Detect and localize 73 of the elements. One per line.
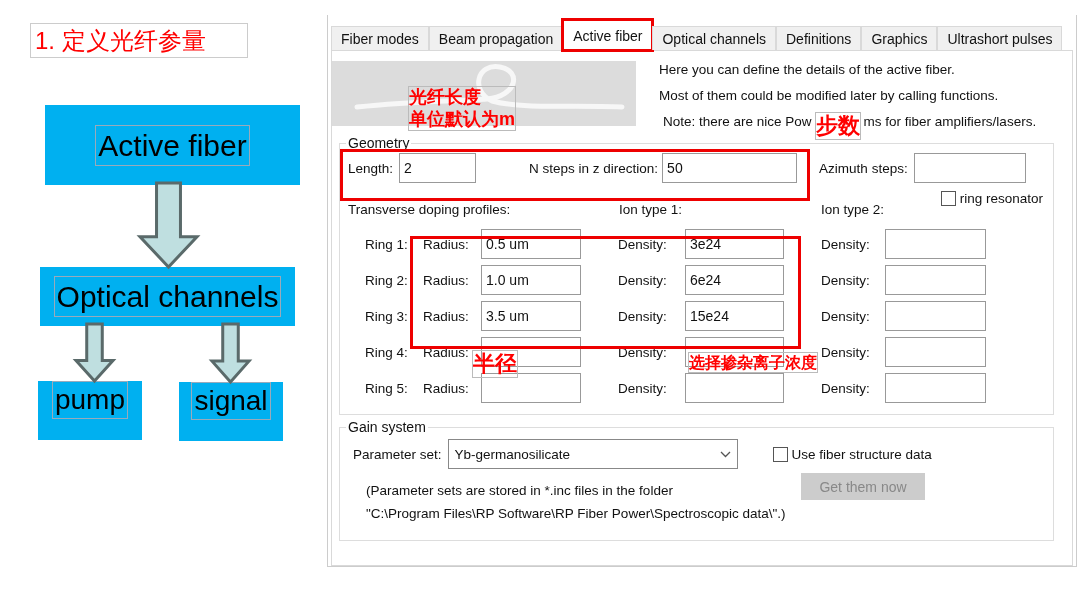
input-field[interactable]: 3e24: [685, 229, 784, 259]
annotation-text: 半径: [472, 350, 518, 379]
input-field[interactable]: [913, 153, 1026, 183]
group-title: Gain system: [347, 419, 427, 435]
input-field[interactable]: 50: [662, 153, 798, 183]
field-label: Radius:: [423, 236, 470, 252]
note-text: Note: there are nice Pow: [663, 113, 812, 131]
arrow: [72, 322, 117, 384]
input-field[interactable]: [885, 373, 986, 403]
field-label: Length:: [348, 160, 394, 176]
tab[interactable]: Fiber modes: [331, 26, 429, 50]
field-label: Density:: [821, 236, 871, 252]
input-field[interactable]: 0.5 um: [481, 229, 581, 259]
info-text: Most of them could be modified later by calling functions.: [659, 87, 1000, 105]
info-text: "C:\Program Files\RP Software\RP Fiber Power\Spectroscopic data\".): [366, 505, 787, 523]
tab[interactable]: Ultrashort pulses: [937, 26, 1063, 50]
ring-label: Ring 5:: [365, 380, 409, 396]
checkbox-label: ring resonator: [959, 191, 1043, 206]
input-field[interactable]: [481, 373, 581, 403]
node-label: pump: [51, 381, 128, 420]
group-title: Geometry: [347, 135, 411, 151]
field-label: Density:: [821, 308, 871, 324]
input-field[interactable]: 1.0 um: [481, 265, 581, 295]
field-label: Density:: [618, 272, 668, 288]
tab[interactable]: Beam propagation: [428, 26, 564, 50]
field-label: Density:: [618, 308, 668, 324]
input-field[interactable]: [885, 229, 986, 259]
checkbox[interactable]: [940, 191, 956, 206]
tab[interactable]: Graphics: [861, 26, 938, 50]
input-field[interactable]: [685, 373, 784, 403]
info-text: Here you can define the details of the active fiber.: [659, 61, 956, 79]
column-header: Transverse doping profiles:: [348, 202, 512, 217]
tab[interactable]: Active fiber: [563, 20, 653, 50]
field-label: Radius:: [423, 308, 470, 324]
tab[interactable]: Optical channels: [652, 26, 776, 50]
input-field[interactable]: 6e24: [685, 265, 784, 295]
checkbox-label: Use fiber structure data: [791, 446, 932, 462]
column-header: Ion type 2:: [821, 202, 886, 217]
field-label: Density:: [821, 380, 871, 396]
annotation-text: 步数: [815, 112, 861, 141]
field-label: N steps in z direction:: [529, 160, 659, 176]
node-label: signal: [191, 382, 271, 421]
ring-label: Ring 3:: [365, 308, 409, 324]
ring-label: Ring 4:: [365, 344, 409, 360]
note-text: ms for fiber amplifiers/lasers.: [863, 113, 1037, 131]
tab[interactable]: Definitions: [776, 26, 862, 50]
annotation-text: 选择掺杂离子浓度: [688, 352, 818, 374]
slide-title: 1. 定义光纤参量: [30, 23, 248, 58]
node-label: Optical channels: [53, 276, 282, 317]
field-label: Radius:: [423, 380, 470, 396]
chevron-icon: [719, 450, 731, 458]
field-label: Parameter set:: [353, 446, 442, 462]
field-label: Radius:: [423, 272, 470, 288]
input-field[interactable]: 2: [399, 153, 477, 183]
field-label: Density:: [821, 344, 871, 360]
input-field[interactable]: [885, 265, 986, 295]
annotation-text: 光纤长度 单位默认为m: [408, 86, 516, 132]
node-label: Active fiber: [95, 124, 250, 166]
info-text: (Parameter sets are stored in *.inc files in the folder: [366, 482, 674, 500]
field-label: Density:: [821, 272, 871, 288]
field-label: Azimuth steps:: [819, 160, 908, 176]
field-label: Density:: [618, 236, 668, 252]
input-field[interactable]: [885, 337, 986, 367]
ring-label: Ring 1:: [365, 236, 409, 252]
ring-label: Ring 2:: [365, 272, 409, 288]
column-header: Ion type 1:: [619, 202, 684, 217]
input-field[interactable]: [885, 301, 986, 331]
checkbox[interactable]: [772, 446, 788, 462]
dropdown[interactable]: Yb-germanosilicate: [447, 439, 738, 469]
input-field[interactable]: 15e24: [685, 301, 784, 331]
arrow: [208, 322, 253, 385]
field-label: Density:: [618, 380, 668, 396]
input-field[interactable]: 3.5 um: [481, 301, 581, 331]
